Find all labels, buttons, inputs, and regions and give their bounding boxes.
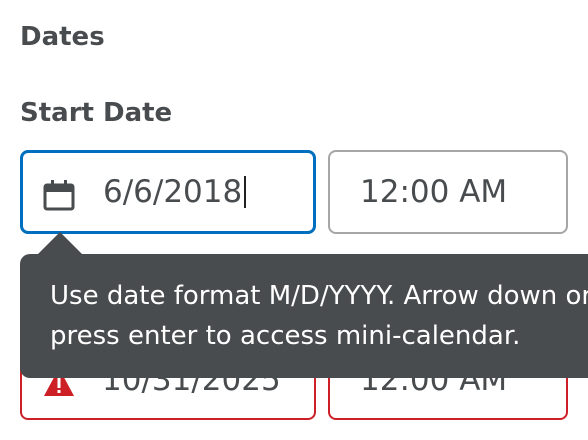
tooltip-arrow (36, 232, 84, 256)
start-date-value: 6/6/2018 (103, 174, 243, 210)
start-date-value-wrap: 6/6/2018 (103, 153, 247, 231)
section-heading: Dates (20, 22, 105, 52)
start-date-label: Start Date (20, 98, 173, 128)
start-time-input[interactable]: 12:00 AM (328, 150, 568, 234)
text-caret (244, 176, 247, 208)
tooltip-line-2: press enter to access mini-calendar. (50, 321, 521, 351)
start-date-input[interactable]: 6/6/2018 (20, 150, 316, 234)
dates-panel: Dates Start Date 6/6/2018 12:00 AM 10/31… (0, 0, 588, 440)
start-time-value: 12:00 AM (360, 174, 508, 210)
tooltip-line-1: Use date format M/D/YYYY. Arrow down or (50, 281, 588, 311)
date-format-tooltip: Use date format M/D/YYYY. Arrow down or … (20, 254, 588, 378)
calendar-icon (43, 180, 75, 211)
